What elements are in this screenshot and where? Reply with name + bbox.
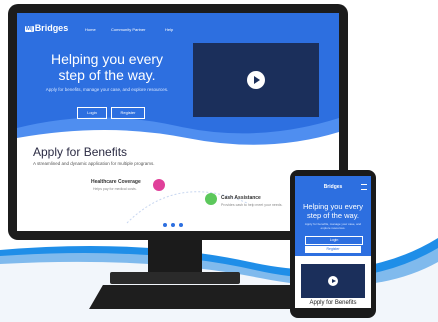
apply-title: Apply for Benefits — [33, 145, 128, 159]
phone-logo[interactable]: Bridges — [295, 184, 371, 190]
program-healthcare-subtitle: Helps pay for medical costs. — [93, 187, 137, 191]
cash-icon — [205, 193, 217, 205]
desktop-logo[interactable]: M| Bridges — [25, 23, 68, 33]
phone-hero: Bridges Helping you every step of the wa… — [295, 176, 371, 256]
menu-icon[interactable] — [361, 184, 367, 190]
nav-item-community-partner[interactable]: Community Partner — [111, 27, 145, 32]
program-healthcare-title[interactable]: Healthcare Coverage — [91, 179, 141, 185]
nav-item-home[interactable]: Home — [85, 27, 96, 32]
phone-video-player[interactable] — [301, 264, 365, 298]
phone-hero-subtitle: Apply for benefits, manage your case, an… — [304, 222, 362, 230]
hero-title: Helping you every step of the way. — [50, 51, 164, 83]
phone-apply-title: Apply for Benefits — [309, 300, 357, 306]
register-button[interactable]: Register — [111, 107, 145, 119]
phone-frame: Bridges Helping you every step of the wa… — [290, 170, 376, 318]
program-cash-subtitle: Provides cash to help meet your needs. — [221, 203, 283, 207]
phone-play-icon[interactable] — [328, 276, 338, 286]
program-cash-title[interactable]: Cash Assistance — [221, 195, 261, 201]
medical-icon — [153, 179, 165, 191]
video-player[interactable] — [193, 43, 319, 117]
desktop-hero: M| Bridges Home Community Partner Help He… — [17, 13, 339, 158]
keyboard — [89, 285, 323, 309]
nav-item-help[interactable]: Help — [165, 27, 173, 32]
monitor-stand — [148, 240, 202, 274]
hero-subtitle: Apply for benefits, manage your case, an… — [45, 87, 169, 92]
phone-screen: Bridges Helping you every step of the wa… — [295, 176, 371, 308]
phone-register-button[interactable]: Register — [305, 246, 361, 253]
phone-hero-title: Helping you every step of the way. — [302, 202, 364, 220]
logo-text: Bridges — [34, 23, 69, 33]
logo-mark: M| — [25, 26, 34, 32]
login-button[interactable]: Login — [77, 107, 107, 119]
monitor-base — [110, 272, 240, 284]
play-icon[interactable] — [247, 71, 265, 89]
phone-login-button[interactable]: Login — [305, 236, 363, 245]
